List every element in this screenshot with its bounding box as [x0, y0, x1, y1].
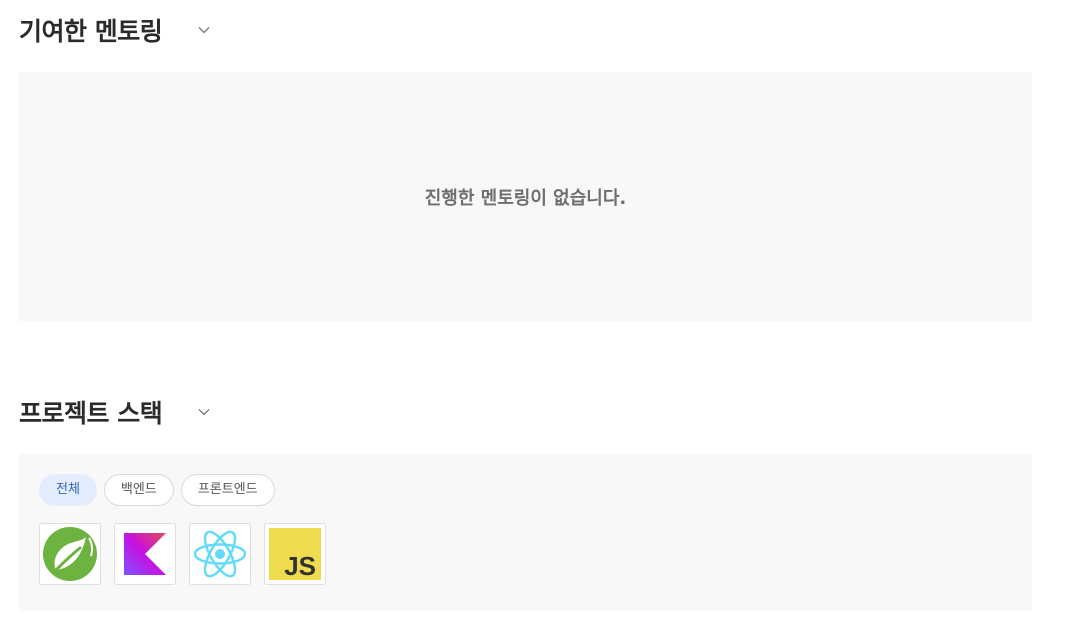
- chevron-down-icon[interactable]: [198, 24, 210, 36]
- javascript-icon: JS: [269, 528, 321, 580]
- javascript-icon-label: JS: [284, 551, 316, 580]
- stack-section-header: 프로젝트 스택: [19, 394, 210, 430]
- tech-item-javascript[interactable]: JS: [264, 523, 326, 585]
- filter-chip-backend[interactable]: 백엔드: [103, 474, 174, 506]
- stack-panel: 전체 백엔드 프론트엔드 JS: [19, 454, 1032, 611]
- react-icon: [193, 530, 247, 578]
- filter-chip-frontend[interactable]: 프론트엔드: [180, 474, 275, 506]
- chevron-down-icon[interactable]: [198, 406, 210, 418]
- spring-icon: [43, 527, 97, 581]
- stack-filter-row: 전체 백엔드 프론트엔드: [39, 474, 275, 506]
- filter-chip-all[interactable]: 전체: [39, 474, 97, 506]
- mentoring-section-title: 기여한 멘토링: [19, 17, 163, 46]
- mentoring-panel: 진행한 멘토링이 없습니다.: [19, 72, 1032, 321]
- empty-mentoring-message: 진행한 멘토링이 없습니다.: [424, 187, 627, 209]
- tech-item-spring[interactable]: [39, 523, 101, 585]
- kotlin-icon: [124, 533, 166, 575]
- mentoring-section-header: 기여한 멘토링: [19, 12, 210, 48]
- stack-section-title: 프로젝트 스택: [19, 399, 163, 428]
- tech-item-react[interactable]: [189, 523, 251, 585]
- tech-item-kotlin[interactable]: [114, 523, 176, 585]
- tech-icon-row: JS: [39, 523, 326, 585]
